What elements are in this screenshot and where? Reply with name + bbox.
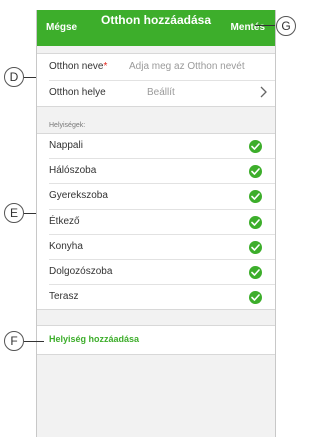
add-room-button[interactable]: Helyiség hozzáadása — [37, 325, 275, 355]
page-title: Otthon hozzáadása — [100, 13, 211, 27]
callout-e: E — [4, 203, 24, 223]
home-location-row[interactable]: Otthon helye Beállít — [37, 80, 275, 106]
check-icon[interactable] — [249, 165, 262, 179]
check-icon[interactable] — [249, 215, 262, 229]
room-name: Dolgozószoba — [49, 265, 113, 277]
callout-d-leader — [24, 77, 36, 79]
home-name-row[interactable]: Otthon neve* Adja meg az Otthon nevét — [37, 54, 275, 80]
rooms-list: Nappali Hálószoba Gyerekszoba Étkező Konyha D… — [37, 133, 275, 311]
save-button[interactable]: Mentés — [231, 22, 265, 33]
room-name: Nappali — [49, 140, 83, 151]
room-row[interactable]: Dolgozószoba — [37, 260, 275, 284]
room-row[interactable]: Gyerekszoba — [37, 184, 275, 208]
room-name: Étkező — [49, 215, 80, 227]
add-room-label: Helyiség hozzáadása — [49, 334, 140, 344]
home-details-card: Otthon neve* Adja meg az Otthon nevét Ot… — [37, 53, 275, 107]
room-name: Terasz — [49, 291, 79, 303]
callout-g: G — [276, 16, 296, 36]
room-name: Gyerekszoba — [49, 190, 108, 202]
home-location-label: Otthon helye — [49, 87, 106, 98]
room-name: Hálószoba — [49, 165, 97, 177]
check-icon[interactable] — [249, 291, 262, 305]
chevron-right-icon — [260, 86, 267, 101]
room-row[interactable]: Nappali — [37, 134, 275, 158]
check-icon[interactable] — [249, 240, 262, 254]
callout-d: D — [4, 67, 24, 87]
room-name: Konyha — [49, 240, 83, 252]
check-icon[interactable] — [249, 140, 262, 153]
check-icon[interactable] — [249, 190, 262, 204]
home-name-label: Otthon neve* — [49, 61, 108, 72]
rooms-section-label: Helyiségek: — [49, 122, 86, 129]
check-icon[interactable] — [249, 265, 262, 279]
room-row[interactable]: Konyha — [37, 235, 275, 259]
callout-g-leader — [255, 25, 275, 27]
home-name-input[interactable]: Adja meg az Otthon nevét — [129, 61, 245, 72]
header-bar: Mégse Otthon hozzáadása Mentés — [37, 10, 275, 46]
room-row[interactable]: Étkező — [37, 210, 275, 234]
room-row[interactable]: Hálószoba — [37, 159, 275, 183]
home-location-value: Beállít — [147, 87, 175, 98]
required-mark: * — [103, 61, 108, 72]
room-row[interactable]: Terasz — [37, 285, 275, 309]
callout-f: F — [4, 331, 24, 351]
app-screen: Mégse Otthon hozzáadása Mentés Otthon ne… — [36, 10, 276, 437]
callout-f-leader — [24, 341, 44, 343]
cancel-button[interactable]: Mégse — [46, 22, 77, 33]
callout-e-leader — [24, 213, 36, 215]
